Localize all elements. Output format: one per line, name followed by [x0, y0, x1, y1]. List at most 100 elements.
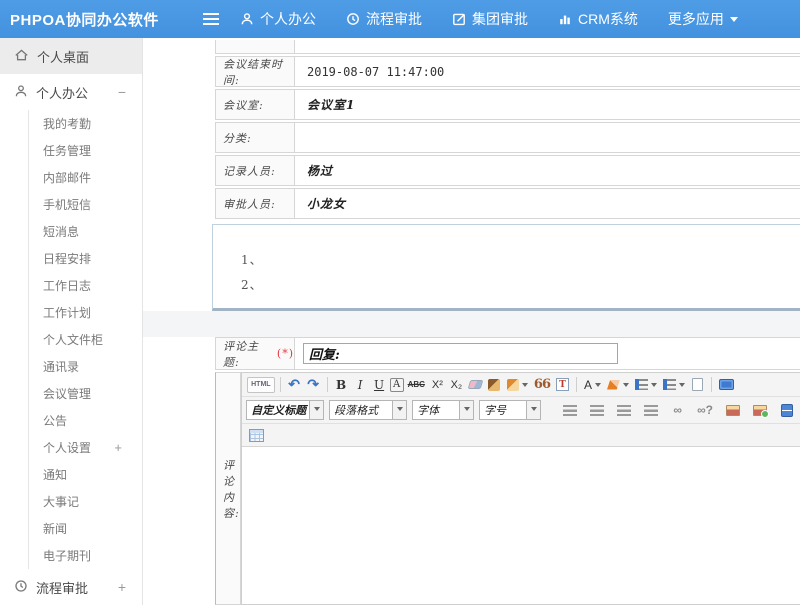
sidebar-item-label: 个人办公 [36, 83, 88, 102]
sidebar-item-label: 流程审批 [36, 578, 88, 597]
field-label: 记录人员: [215, 155, 295, 186]
undo-button[interactable]: ↶ [286, 375, 303, 394]
sidebar-item-personal-settings[interactable]: 个人设置 + [29, 434, 142, 461]
new-page-button[interactable] [689, 375, 706, 394]
menu-label: 集团审批 [472, 9, 528, 29]
link-button[interactable]: ∞ [669, 401, 686, 420]
caret-down-icon[interactable] [309, 401, 323, 419]
collapse-icon[interactable]: − [118, 84, 126, 100]
align-left-icon [563, 405, 577, 416]
sidebar-item-mobile-sms[interactable]: 手机短信 [29, 191, 142, 218]
field-label: 审批人员: [215, 188, 295, 219]
user-icon [14, 84, 28, 101]
insert-template-button[interactable] [554, 375, 571, 394]
edit-icon [452, 12, 466, 26]
field-value: 杨过 [307, 162, 333, 179]
align-justify-button[interactable] [642, 401, 660, 420]
sidebar-item-work-plan[interactable]: 工作计划 [29, 299, 142, 326]
paragraph-format-select[interactable]: 段落格式 [329, 400, 407, 420]
hamburger-menu-icon[interactable] [198, 0, 224, 38]
dropdown-value: 字号 [480, 402, 526, 418]
sidebar-item-internal-mail[interactable]: 内部邮件 [29, 164, 142, 191]
menu-personal-office[interactable]: 个人办公 [240, 9, 316, 29]
sidebar-item-label: 个人文件柜 [43, 331, 103, 348]
menu-more-apps[interactable]: 更多应用 [668, 9, 738, 29]
rich-text-editor: HTML↶↷BIUAABCX²X₂66A 自定义标题段落格式字体字号∞∞? [241, 372, 800, 605]
sidebar-item-news[interactable]: 新闻 [29, 515, 142, 542]
sidebar-item-notice[interactable]: 通知 [29, 461, 142, 488]
caret-down-icon [730, 17, 738, 26]
underline-button[interactable]: U [371, 375, 388, 394]
sidebar-item-schedule[interactable]: 日程安排 [29, 245, 142, 272]
unordered-list-icon [663, 379, 676, 390]
font-family-select[interactable]: 字体 [412, 400, 474, 420]
align-justify-icon [644, 405, 658, 416]
upload-image-button[interactable] [751, 401, 769, 420]
custom-heading-select[interactable]: 自定义标题 [246, 400, 324, 420]
caret-down-icon[interactable] [392, 401, 406, 419]
menu-crm-system[interactable]: CRM系统 [558, 9, 638, 29]
insert-image-button[interactable] [724, 401, 742, 420]
sidebar-item-meeting-management[interactable]: 会议管理 [29, 380, 142, 407]
subscript-button[interactable]: X₂ [448, 375, 465, 394]
font-color-button[interactable]: A [582, 375, 603, 394]
blockquote-button[interactable]: 66 [532, 375, 552, 394]
editor-content-area[interactable] [242, 447, 800, 604]
sidebar-item-e-journal[interactable]: 电子期刊 [29, 542, 142, 569]
sidebar-item-task-management[interactable]: 任务管理 [29, 137, 142, 164]
menu-group-approval[interactable]: 集团审批 [452, 9, 528, 29]
remove-format-button[interactable] [467, 375, 484, 394]
sidebar-item-label: 个人设置 [43, 439, 91, 456]
caret-down-icon[interactable] [526, 401, 540, 419]
new-page-icon [692, 378, 703, 391]
toolbar-divider [576, 377, 577, 392]
sidebar-item-workflow-approval[interactable]: 流程审批 + [0, 569, 142, 605]
columns-button[interactable] [778, 401, 795, 420]
caret-down-icon [522, 383, 528, 390]
font-size-select[interactable]: 字号 [479, 400, 541, 420]
caret-down-icon[interactable] [459, 401, 473, 419]
align-left-button[interactable] [561, 401, 579, 420]
align-right-button[interactable] [615, 401, 633, 420]
align-center-button[interactable] [588, 401, 606, 420]
char-border-button[interactable]: A [390, 378, 404, 392]
sidebar-item-work-log[interactable]: 工作日志 [29, 272, 142, 299]
sidebar-item-short-message[interactable]: 短消息 [29, 218, 142, 245]
bold-button[interactable]: B [333, 375, 350, 394]
comment-subject-input[interactable] [303, 343, 618, 364]
sidebar-item-announcement[interactable]: 公告 [29, 407, 142, 434]
sidebar-item-label: 大事记 [43, 493, 79, 510]
menu-workflow-approval[interactable]: 流程审批 [346, 9, 422, 29]
format-painter-button[interactable] [505, 375, 530, 394]
table-row-partial [215, 40, 800, 54]
fullscreen-button[interactable] [717, 375, 736, 394]
sidebar-item-personal-file-cabinet[interactable]: 个人文件柜 [29, 326, 142, 353]
superscript-button[interactable]: X² [429, 375, 446, 394]
format-painter-icon [507, 379, 519, 391]
html-source-button[interactable]: HTML [247, 377, 274, 393]
toolbar-divider [711, 377, 712, 392]
table-row: 会议室:会议室1 [215, 89, 800, 120]
sidebar-item-my-attendance[interactable]: 我的考勤 [29, 110, 142, 137]
sidebar-item-contacts[interactable]: 通讯录 [29, 353, 142, 380]
expand-icon[interactable]: + [114, 440, 122, 455]
expand-icon[interactable]: + [118, 579, 126, 595]
redo-button[interactable]: ↷ [305, 375, 322, 394]
italic-button[interactable]: I [352, 375, 369, 394]
format-brush-button[interactable] [486, 375, 503, 394]
sidebar-item-personal-office[interactable]: 个人办公 − [0, 74, 142, 110]
note-line: 2、 [241, 276, 800, 293]
insert-table-button[interactable] [247, 426, 266, 445]
unlink-button[interactable]: ∞? [695, 401, 715, 420]
unordered-list-button[interactable] [661, 375, 687, 394]
user-icon [240, 12, 254, 26]
dropdown-value: 自定义标题 [247, 402, 309, 418]
main-content: 会议结束时间:2019-08-07 11:47:00会议室:会议室1分类:记录人… [143, 38, 800, 605]
sidebar-item-desktop[interactable]: 个人桌面 [0, 38, 142, 74]
sidebar-item-memorabilia[interactable]: 大事记 [29, 488, 142, 515]
strikethrough-button[interactable]: ABC [406, 375, 427, 394]
note-line: 1、 [241, 251, 800, 268]
align-right-icon [617, 405, 631, 416]
ordered-list-button[interactable] [633, 375, 659, 394]
highlight-color-button[interactable] [605, 375, 631, 394]
